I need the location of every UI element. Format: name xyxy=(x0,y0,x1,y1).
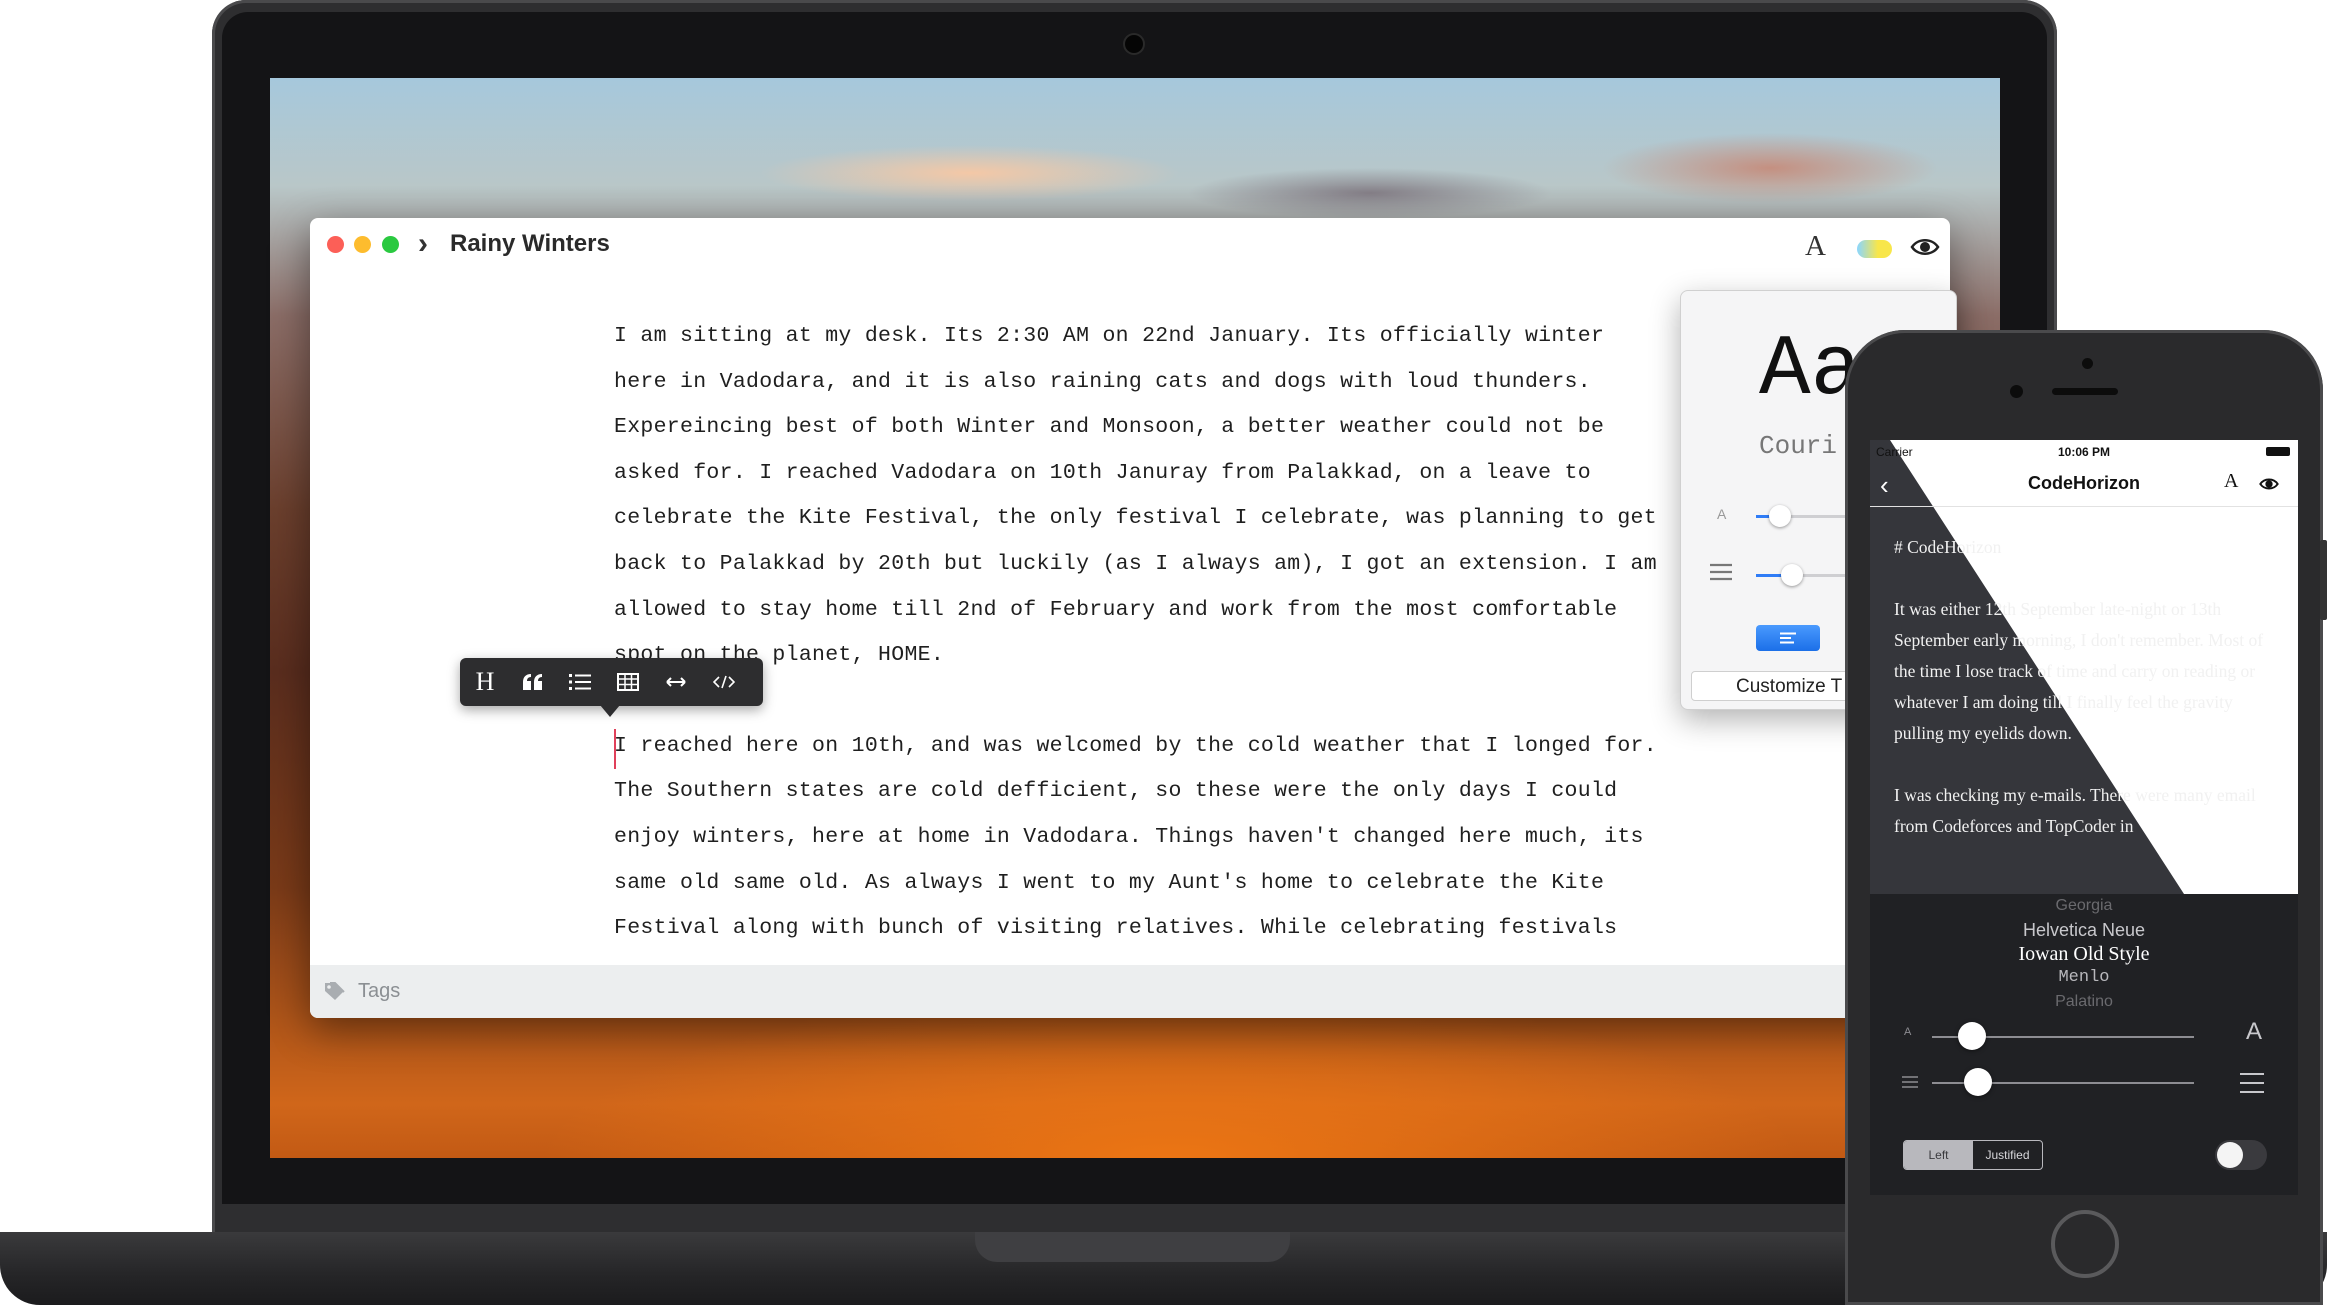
window-titlebar: › Rainy Winters A xyxy=(310,218,1950,274)
zoom-window-button[interactable] xyxy=(382,236,399,253)
line-spacing-small-icon xyxy=(1902,1076,1918,1088)
phone-side-button xyxy=(2320,540,2327,620)
phone-speaker xyxy=(2052,388,2118,395)
code-icon xyxy=(713,675,735,689)
typography-icon[interactable]: A xyxy=(2224,470,2238,493)
phone-screen: Carrier 10:06 PM ‹ CodeHorizon A # CodeH… xyxy=(1870,440,2298,1195)
align-left-segment[interactable]: Left xyxy=(1904,1141,1973,1169)
phone-nav-bar: ‹ CodeHorizon A xyxy=(1870,462,2298,507)
laptop-notch xyxy=(975,1232,1290,1262)
align-left-icon xyxy=(1780,632,1796,644)
typography-icon[interactable]: A xyxy=(1805,230,1826,263)
editor-line: enjoy winters, here at home in Vadodara.… xyxy=(614,824,1644,849)
close-window-button[interactable] xyxy=(327,236,344,253)
alignment-segmented-control[interactable]: Left Justified xyxy=(1903,1140,2043,1170)
phone-heading: # CodeHorizon xyxy=(1894,537,2002,557)
status-bar: Carrier 10:06 PM xyxy=(1870,440,2298,462)
font-option[interactable]: Menlo xyxy=(1870,966,2298,990)
quote-icon xyxy=(523,674,542,690)
phone-camera xyxy=(2010,385,2023,398)
editor-line: asked for. I reached Vadodara on 10th Ja… xyxy=(614,460,1591,485)
line-height-slider-thumb[interactable] xyxy=(1781,564,1803,586)
code-button[interactable] xyxy=(702,658,746,706)
document-title: Rainy Winters xyxy=(450,230,610,257)
battery-icon xyxy=(2266,447,2290,456)
phone-line-height-thumb[interactable] xyxy=(1964,1068,1992,1096)
heading-icon: H xyxy=(475,667,495,696)
list-button[interactable] xyxy=(558,658,602,706)
minimize-window-button[interactable] xyxy=(354,236,371,253)
font-size-large-icon: A xyxy=(2246,1018,2263,1045)
editor-line: The Southern states are cold defficient,… xyxy=(614,779,1618,804)
editor-line: same old same old. As always I went to m… xyxy=(614,870,1605,895)
editor-line: allowed to stay home till 2nd of Februar… xyxy=(614,597,1618,622)
phone-font-size-thumb[interactable] xyxy=(1958,1022,1986,1050)
font-option[interactable]: Palatino xyxy=(1870,990,2298,1014)
chevron-right-icon[interactable]: › xyxy=(418,227,428,261)
editor-line: I am sitting at my desk. Its 2:30 AM on … xyxy=(614,324,1605,348)
rule-icon xyxy=(666,677,686,687)
editor-line: back to Palakkad by 20th but luckily (as… xyxy=(614,551,1657,576)
text-cursor xyxy=(614,729,616,769)
phone-paragraph: I was checking my e-mails. There were ma… xyxy=(1894,785,2256,836)
editor-line: Festival along with bunch of visiting re… xyxy=(614,916,1618,941)
heading-button[interactable]: H xyxy=(463,658,507,706)
horizontal-rule-button[interactable] xyxy=(654,658,698,706)
line-spacing-large-icon xyxy=(2240,1073,2264,1093)
tags-icon xyxy=(325,982,345,1000)
tags-label: Tags xyxy=(358,980,401,1002)
format-toolbar: H xyxy=(460,658,763,717)
font-option-selected[interactable]: Iowan Old Style xyxy=(1870,942,2298,966)
font-size-slider-thumb[interactable] xyxy=(1769,505,1791,527)
phone-paragraph: It was either 12th September late-night … xyxy=(1894,599,2264,743)
font-option[interactable]: Georgia xyxy=(1870,894,2298,918)
font-size-small-icon: A xyxy=(1717,506,1727,522)
table-icon xyxy=(617,673,639,691)
font-option[interactable]: Helvetica Neue xyxy=(1870,918,2298,942)
table-button[interactable] xyxy=(606,658,650,706)
font-name-label: Couri xyxy=(1759,431,1838,461)
phone-sensor xyxy=(2082,358,2093,369)
line-height-icon xyxy=(1710,563,1732,581)
editor-text[interactable]: I am sitting at my desk. Its 2:30 AM on … xyxy=(614,314,1657,952)
font-picker[interactable]: Georgia Helvetica Neue Iowan Old Style M… xyxy=(1870,894,2298,1014)
theme-toggle-icon[interactable] xyxy=(1857,240,1892,258)
dark-mode-toggle[interactable] xyxy=(2215,1140,2267,1170)
preview-eye-icon[interactable] xyxy=(1910,232,1940,262)
status-time: 10:06 PM xyxy=(2057,445,2111,459)
editor-line: celebrate the Kite Festival, the only fe… xyxy=(614,506,1657,531)
align-justified-segment[interactable]: Justified xyxy=(1973,1141,2042,1169)
font-size-small-icon: A xyxy=(1904,1026,1912,1038)
editor-line: here in Vadodara, and it is also raining… xyxy=(614,369,1591,394)
quote-button[interactable] xyxy=(511,658,555,706)
tags-bar[interactable]: Tags xyxy=(310,965,1950,1018)
editor-line: spot on the planet, HOME. xyxy=(614,643,945,668)
editor-line: I reached here on 10th, and was welcomed… xyxy=(614,733,1657,758)
laptop-camera xyxy=(1125,35,1143,53)
home-button[interactable] xyxy=(2051,1210,2119,1278)
preview-eye-icon[interactable] xyxy=(2258,474,2280,494)
align-left-button[interactable] xyxy=(1756,625,1820,651)
list-icon xyxy=(569,674,591,690)
editor-line: Expereincing best of both Winter and Mon… xyxy=(614,415,1605,440)
phone-document-text[interactable]: # CodeHorizon It was either 12th Septemb… xyxy=(1894,532,2274,842)
